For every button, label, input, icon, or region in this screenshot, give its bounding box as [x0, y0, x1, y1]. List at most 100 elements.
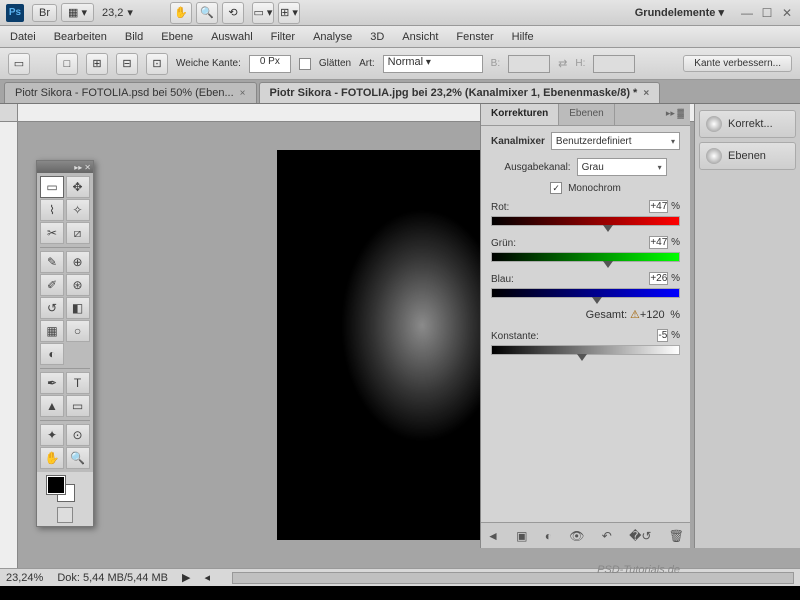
workspace-switcher[interactable]: Grundelemente ▾	[635, 6, 724, 19]
blue-value[interactable]: +26	[649, 272, 668, 285]
hand-tool-icon[interactable]: ✋	[170, 2, 192, 24]
zoom-tool[interactable]: 🔍	[66, 447, 90, 469]
panel-menu-icon[interactable]: ▸▸ ▓	[660, 104, 690, 125]
tab-korrekturen[interactable]: Korrekturen	[481, 104, 559, 125]
menu-datei[interactable]: Datei	[10, 31, 36, 43]
3d-camera-tool[interactable]: ⊙	[66, 424, 90, 446]
rotate-view-icon[interactable]: ⟲	[222, 2, 244, 24]
antialias-label: Glätten	[319, 58, 351, 69]
info-arrow-icon[interactable]: ▶	[182, 571, 190, 584]
trash-icon[interactable]: 🗑	[669, 529, 684, 543]
selection-subtract-icon[interactable]: ⊟	[116, 53, 138, 75]
green-slider[interactable]	[491, 252, 680, 262]
constant-value[interactable]: -5	[657, 329, 668, 342]
back-icon[interactable]: ◄	[487, 529, 499, 543]
close-tab-icon[interactable]: ×	[643, 88, 649, 99]
toolbox-header[interactable]: ▸▸✕	[37, 161, 93, 173]
red-value[interactable]: +47	[649, 200, 668, 213]
tab-ebenen[interactable]: Ebenen	[559, 104, 614, 125]
blue-slider[interactable]	[491, 288, 680, 298]
eyedropper-tool[interactable]: ✎	[40, 251, 64, 273]
close-tab-icon[interactable]: ×	[240, 88, 246, 99]
move-tool[interactable]: ✥	[66, 176, 90, 198]
type-tool[interactable]: T	[66, 372, 90, 394]
scroll-left-icon[interactable]: ◂	[204, 571, 210, 584]
blur-tool[interactable]: ○	[66, 320, 90, 342]
menu-auswahl[interactable]: Auswahl	[211, 31, 253, 43]
arrange-icon[interactable]: ⊞ ▾	[278, 2, 300, 24]
stamp-tool[interactable]: ⊛	[66, 274, 90, 296]
tab-document-1[interactable]: Piotr Sikora - FOTOLIA.psd bei 50% (Eben…	[4, 82, 257, 103]
clip-icon[interactable]: ◐	[545, 529, 552, 543]
kanalmixer-title: Kanalmixer	[491, 136, 545, 147]
menu-fenster[interactable]: Fenster	[456, 31, 493, 43]
brush-tool[interactable]: ✐	[40, 274, 64, 296]
selection-new-icon[interactable]: □	[56, 53, 78, 75]
statusbar: 23,24% Dok: 5,44 MB/5,44 MB ▶ ◂	[0, 568, 800, 586]
scrollbar-horizontal[interactable]	[232, 572, 794, 584]
dock-ebenen[interactable]: Ebenen	[699, 142, 796, 170]
expand-icon[interactable]: ▣	[516, 529, 527, 543]
refine-edge-button[interactable]: Kante verbessern...	[683, 55, 792, 72]
layout-button[interactable]: ▦ ▾	[61, 3, 94, 22]
ruler-origin[interactable]	[0, 104, 18, 122]
menu-analyse[interactable]: Analyse	[313, 31, 352, 43]
selection-add-icon[interactable]: ⊞	[86, 53, 108, 75]
quickmask-icon[interactable]	[57, 507, 73, 523]
antialias-checkbox[interactable]	[299, 58, 311, 70]
foreground-color[interactable]	[47, 476, 65, 494]
prev-icon[interactable]: �↺	[629, 529, 651, 543]
style-select[interactable]: Normal ▾	[383, 55, 483, 73]
zoom-tool-icon[interactable]: 🔍	[196, 2, 218, 24]
gradient-tool[interactable]: ▦	[40, 320, 64, 342]
marquee-tool-preset-icon[interactable]: ▭	[8, 53, 30, 75]
reset-icon[interactable]: ↶	[602, 529, 612, 543]
healing-tool[interactable]: ⊕	[66, 251, 90, 273]
options-bar: ▭ □ ⊞ ⊟ ⊡ Weiche Kante: 0 Px Glätten Art…	[0, 48, 800, 80]
shape-tool[interactable]: ▭	[66, 395, 90, 417]
slice-tool[interactable]: ⧄	[66, 222, 90, 244]
dodge-tool[interactable]: ◐	[40, 343, 64, 365]
marquee-tool[interactable]: ▭	[40, 176, 64, 198]
color-swatches[interactable]	[37, 472, 93, 504]
hand-tool[interactable]: ✋	[40, 447, 64, 469]
path-select-tool[interactable]: ▲	[40, 395, 64, 417]
maximize-icon[interactable]: ☐	[760, 6, 774, 20]
menu-ebene[interactable]: Ebene	[161, 31, 193, 43]
screen-mode-icon[interactable]: ▭ ▾	[252, 2, 274, 24]
feather-input[interactable]: 0 Px	[249, 55, 291, 73]
minimize-icon[interactable]: —	[740, 6, 754, 20]
eraser-tool[interactable]: ◧	[66, 297, 90, 319]
zoom-level[interactable]: 23,24%	[6, 572, 43, 584]
crop-tool[interactable]: ✂	[40, 222, 64, 244]
menu-bild[interactable]: Bild	[125, 31, 143, 43]
preset-select[interactable]: Benutzerdefiniert	[551, 132, 680, 150]
green-value[interactable]: +47	[649, 236, 668, 249]
output-channel-select[interactable]: Grau	[577, 158, 667, 176]
document-tabs: Piotr Sikora - FOTOLIA.psd bei 50% (Eben…	[0, 80, 800, 104]
dock-korrekturen[interactable]: Korrekt...	[699, 110, 796, 138]
menu-3d[interactable]: 3D	[370, 31, 384, 43]
selection-intersect-icon[interactable]: ⊡	[146, 53, 168, 75]
menu-ansicht[interactable]: Ansicht	[402, 31, 438, 43]
bridge-button[interactable]: Br	[32, 4, 57, 22]
constant-label: Konstante:	[491, 331, 539, 342]
close-icon[interactable]: ✕	[780, 6, 794, 20]
constant-slider[interactable]	[491, 345, 680, 355]
menu-hilfe[interactable]: Hilfe	[512, 31, 534, 43]
ruler-vertical[interactable]	[0, 122, 18, 568]
tab-document-2[interactable]: Piotr Sikora - FOTOLIA.jpg bei 23,2% (Ka…	[259, 82, 661, 103]
menu-bearbeiten[interactable]: Bearbeiten	[54, 31, 107, 43]
zoom-display[interactable]: 23,2 ▾	[102, 6, 162, 19]
3d-tool[interactable]: ✦	[40, 424, 64, 446]
menu-filter[interactable]: Filter	[271, 31, 295, 43]
doc-info[interactable]: Dok: 5,44 MB/5,44 MB	[57, 572, 168, 584]
monochrome-checkbox[interactable]: ✓	[550, 182, 562, 194]
pen-tool[interactable]: ✒	[40, 372, 64, 394]
blue-label: Blau:	[491, 274, 514, 285]
eye-icon[interactable]: 👁	[569, 529, 584, 543]
wand-tool[interactable]: ✧	[66, 199, 90, 221]
lasso-tool[interactable]: ⌇	[40, 199, 64, 221]
red-slider[interactable]	[491, 216, 680, 226]
history-brush-tool[interactable]: ↺	[40, 297, 64, 319]
